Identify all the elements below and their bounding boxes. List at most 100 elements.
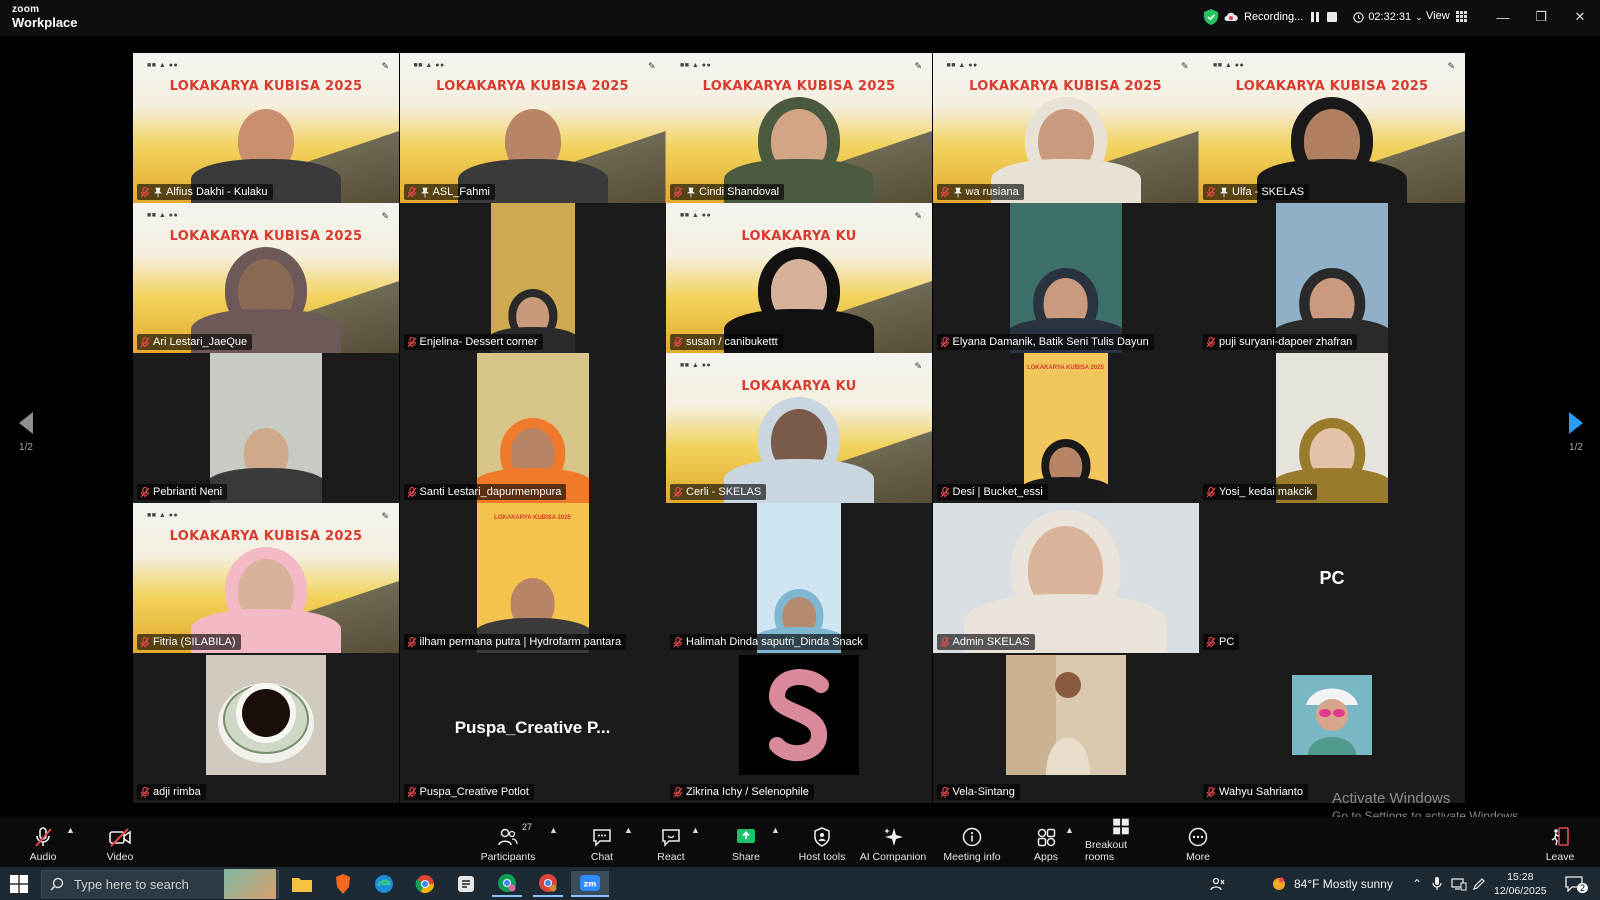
profile-photo-image: [1292, 675, 1372, 755]
participant-tile[interactable]: ■■ ▲ ●● LOKAKARYA KUBISA 2025 ✎ Ari Lestari…: [133, 203, 399, 353]
chrome-profile-1-icon[interactable]: [492, 871, 522, 897]
participant-tile[interactable]: Yosi_ kedai makcik: [1199, 353, 1465, 503]
zoom-logo: zoom Workplace: [12, 5, 78, 30]
meeting-timer[interactable]: 02:32:31 ⌄: [1353, 11, 1423, 23]
react-options-caret-icon[interactable]: ▲: [691, 825, 700, 835]
sponsor-logos: ■■ ▲ ●●: [680, 62, 712, 69]
network-icon[interactable]: [1451, 867, 1467, 900]
participant-name-label: Santi Lestari_dapurmempura: [403, 484, 567, 500]
participant-tile[interactable]: Wahyu Sahrianto: [1199, 653, 1465, 803]
svg-text:zm: zm: [584, 880, 597, 889]
previous-page-button[interactable]: 1/2: [11, 412, 41, 453]
participant-tile[interactable]: LOKAKARYA KUBISA 2025 ilham permana putra…: [399, 503, 666, 653]
audio-options-caret-icon[interactable]: ▲: [66, 825, 75, 835]
minimize-icon[interactable]: —: [1489, 6, 1517, 28]
muted-microphone-icon: [407, 486, 416, 497]
banner-title: LOKAKARYA KU: [741, 229, 857, 244]
chrome-icon[interactable]: [410, 871, 440, 897]
windows-start-icon[interactable]: [10, 875, 28, 893]
ai-companion-button[interactable]: AI Companion: [858, 817, 928, 867]
participant-tile[interactable]: ■■ ▲ ●● LOKAKARYA KU ✎ Cerli - SKELAS: [666, 353, 932, 503]
share-options-caret-icon[interactable]: ▲: [771, 825, 780, 835]
participants-options-caret-icon[interactable]: ▲: [549, 825, 558, 835]
muted-microphone-icon: [940, 636, 949, 647]
participant-tile[interactable]: Puspa_Creative P... Puspa_Creative Potlot: [399, 653, 666, 803]
video-button[interactable]: Video: [102, 817, 138, 867]
stop-recording-icon[interactable]: [1327, 12, 1338, 22]
participant-tile[interactable]: ■■ ▲ ●● LOKAKARYA KUBISA 2025 ✎ wa rusiana: [932, 53, 1199, 203]
show-hidden-icons-icon[interactable]: ⌃: [1412, 867, 1422, 900]
react-label: React: [657, 851, 685, 863]
participant-tile[interactable]: ■■ ▲ ●● LOKAKARYA KUBISA 2025 ✎ Ulfa - SKEL…: [1199, 53, 1465, 203]
participant-tile[interactable]: Vela-Sintang: [932, 653, 1199, 803]
participant-tile[interactable]: Zikrina Ichy / Selenophile: [666, 653, 932, 803]
muted-microphone-icon: [1206, 186, 1216, 197]
breakout-rooms-label: Breakout rooms: [1085, 839, 1128, 863]
pin-video-icon[interactable]: ✎: [1181, 61, 1189, 72]
search-highlight-image: [224, 869, 276, 899]
participant-tile[interactable]: Admin SKELAS: [932, 503, 1199, 653]
next-page-button[interactable]: 1/2: [1561, 412, 1591, 453]
participant-tile[interactable]: ■■ ▲ ●● LOKAKARYA KUBISA 2025 ✎ Fitria (SIL…: [133, 503, 399, 653]
participant-tile[interactable]: ■■ ▲ ●● LOKAKARYA KUBISA 2025 ✎ ASL_Fahmi: [399, 53, 666, 203]
people-icon[interactable]: [1210, 867, 1226, 900]
pen-icon[interactable]: [1472, 867, 1486, 900]
host-tools-button[interactable]: Host tools: [796, 817, 848, 867]
pin-video-icon[interactable]: ✎: [648, 61, 656, 72]
audio-button[interactable]: Audio: [25, 817, 61, 867]
participant-tile[interactable]: LOKAKARYA KUBISA 2025 Desi | Bucket_essi: [932, 353, 1199, 503]
pin-video-icon[interactable]: ✎: [914, 61, 922, 72]
system-clock[interactable]: 15:28 12/06/2025: [1494, 870, 1547, 898]
host-tools-shield-icon: [814, 827, 830, 847]
edge-browser-icon[interactable]: [369, 871, 399, 897]
outlook-icon[interactable]: [451, 871, 481, 897]
microphone-tray-icon[interactable]: [1432, 867, 1442, 900]
notifications-button[interactable]: 2: [1565, 867, 1594, 900]
participant-video: [964, 507, 1167, 653]
meeting-info-button[interactable]: Meeting info: [940, 817, 1004, 867]
leave-label: Leave: [1545, 851, 1575, 863]
breakout-rooms-button[interactable]: Breakout rooms: [1085, 817, 1157, 867]
ai-sparkle-icon: [884, 828, 903, 846]
participant-tile[interactable]: ■■ ▲ ●● LOKAKARYA KUBISA 2025 ✎ Cindi Shand…: [666, 53, 932, 203]
pin-video-icon[interactable]: ✎: [381, 61, 389, 72]
muted-microphone-icon: [673, 486, 683, 497]
close-icon[interactable]: ✕: [1566, 6, 1594, 28]
zoom-taskbar-icon[interactable]: zm: [571, 871, 609, 897]
activate-windows-title: Activate Windows: [1332, 790, 1451, 807]
chat-button[interactable]: Chat: [584, 817, 620, 867]
participant-tile[interactable]: ■■ ▲ ●● LOKAKARYA KUBISA 2025 ✎ Alfius Dakh…: [133, 53, 399, 203]
security-shield-icon[interactable]: [1204, 9, 1218, 25]
participant-tile[interactable]: puji suryani-dapoer zhafran: [1199, 203, 1465, 353]
leave-button[interactable]: Leave: [1542, 817, 1578, 867]
view-button[interactable]: View: [1426, 10, 1467, 22]
sponsor-logos: ■■ ▲ ●●: [147, 212, 179, 219]
file-explorer-icon[interactable]: [287, 871, 317, 897]
brave-browser-icon[interactable]: [328, 871, 358, 897]
participant-tile[interactable]: ■■ ▲ ●● LOKAKARYA KU ✎ susan / canibukettt: [666, 203, 932, 353]
restore-icon[interactable]: ❐: [1527, 6, 1555, 28]
participant-tile[interactable]: Santi Lestari_dapurmempura: [399, 353, 666, 503]
pin-video-icon[interactable]: ✎: [381, 211, 389, 222]
weather-widget[interactable]: 84°F Mostly sunny: [1270, 867, 1393, 900]
participant-tile[interactable]: Halimah Dinda saputri_Dinda Snack: [666, 503, 932, 653]
chat-options-caret-icon[interactable]: ▲: [624, 825, 633, 835]
participant-tile[interactable]: Pebrianti Neni: [133, 353, 399, 503]
pause-recording-icon[interactable]: [1309, 11, 1321, 23]
chrome-profile-2-icon[interactable]: [533, 871, 563, 897]
windows-taskbar: Type here to search zm 84°F Mostly sunny…: [0, 867, 1600, 900]
share-button[interactable]: Share: [728, 817, 764, 867]
participant-tile[interactable]: adji rimba: [133, 653, 399, 803]
participant-tile[interactable]: Enjelina- Dessert corner: [399, 203, 666, 353]
participant-tile[interactable]: PC PC: [1199, 503, 1465, 653]
participant-tile[interactable]: Elyana Damanik, Batik Seni Tulis Dayun: [932, 203, 1199, 353]
apps-options-caret-icon[interactable]: ▲: [1065, 825, 1074, 835]
react-button[interactable]: React: [653, 817, 689, 867]
pin-video-icon[interactable]: ✎: [381, 511, 389, 522]
more-button[interactable]: More: [1178, 817, 1218, 867]
muted-microphone-icon: [140, 186, 150, 197]
pin-video-icon[interactable]: ✎: [1447, 61, 1455, 72]
pin-video-icon[interactable]: ✎: [914, 361, 922, 372]
pin-video-icon[interactable]: ✎: [914, 211, 922, 222]
apps-button[interactable]: Apps: [1028, 817, 1064, 867]
